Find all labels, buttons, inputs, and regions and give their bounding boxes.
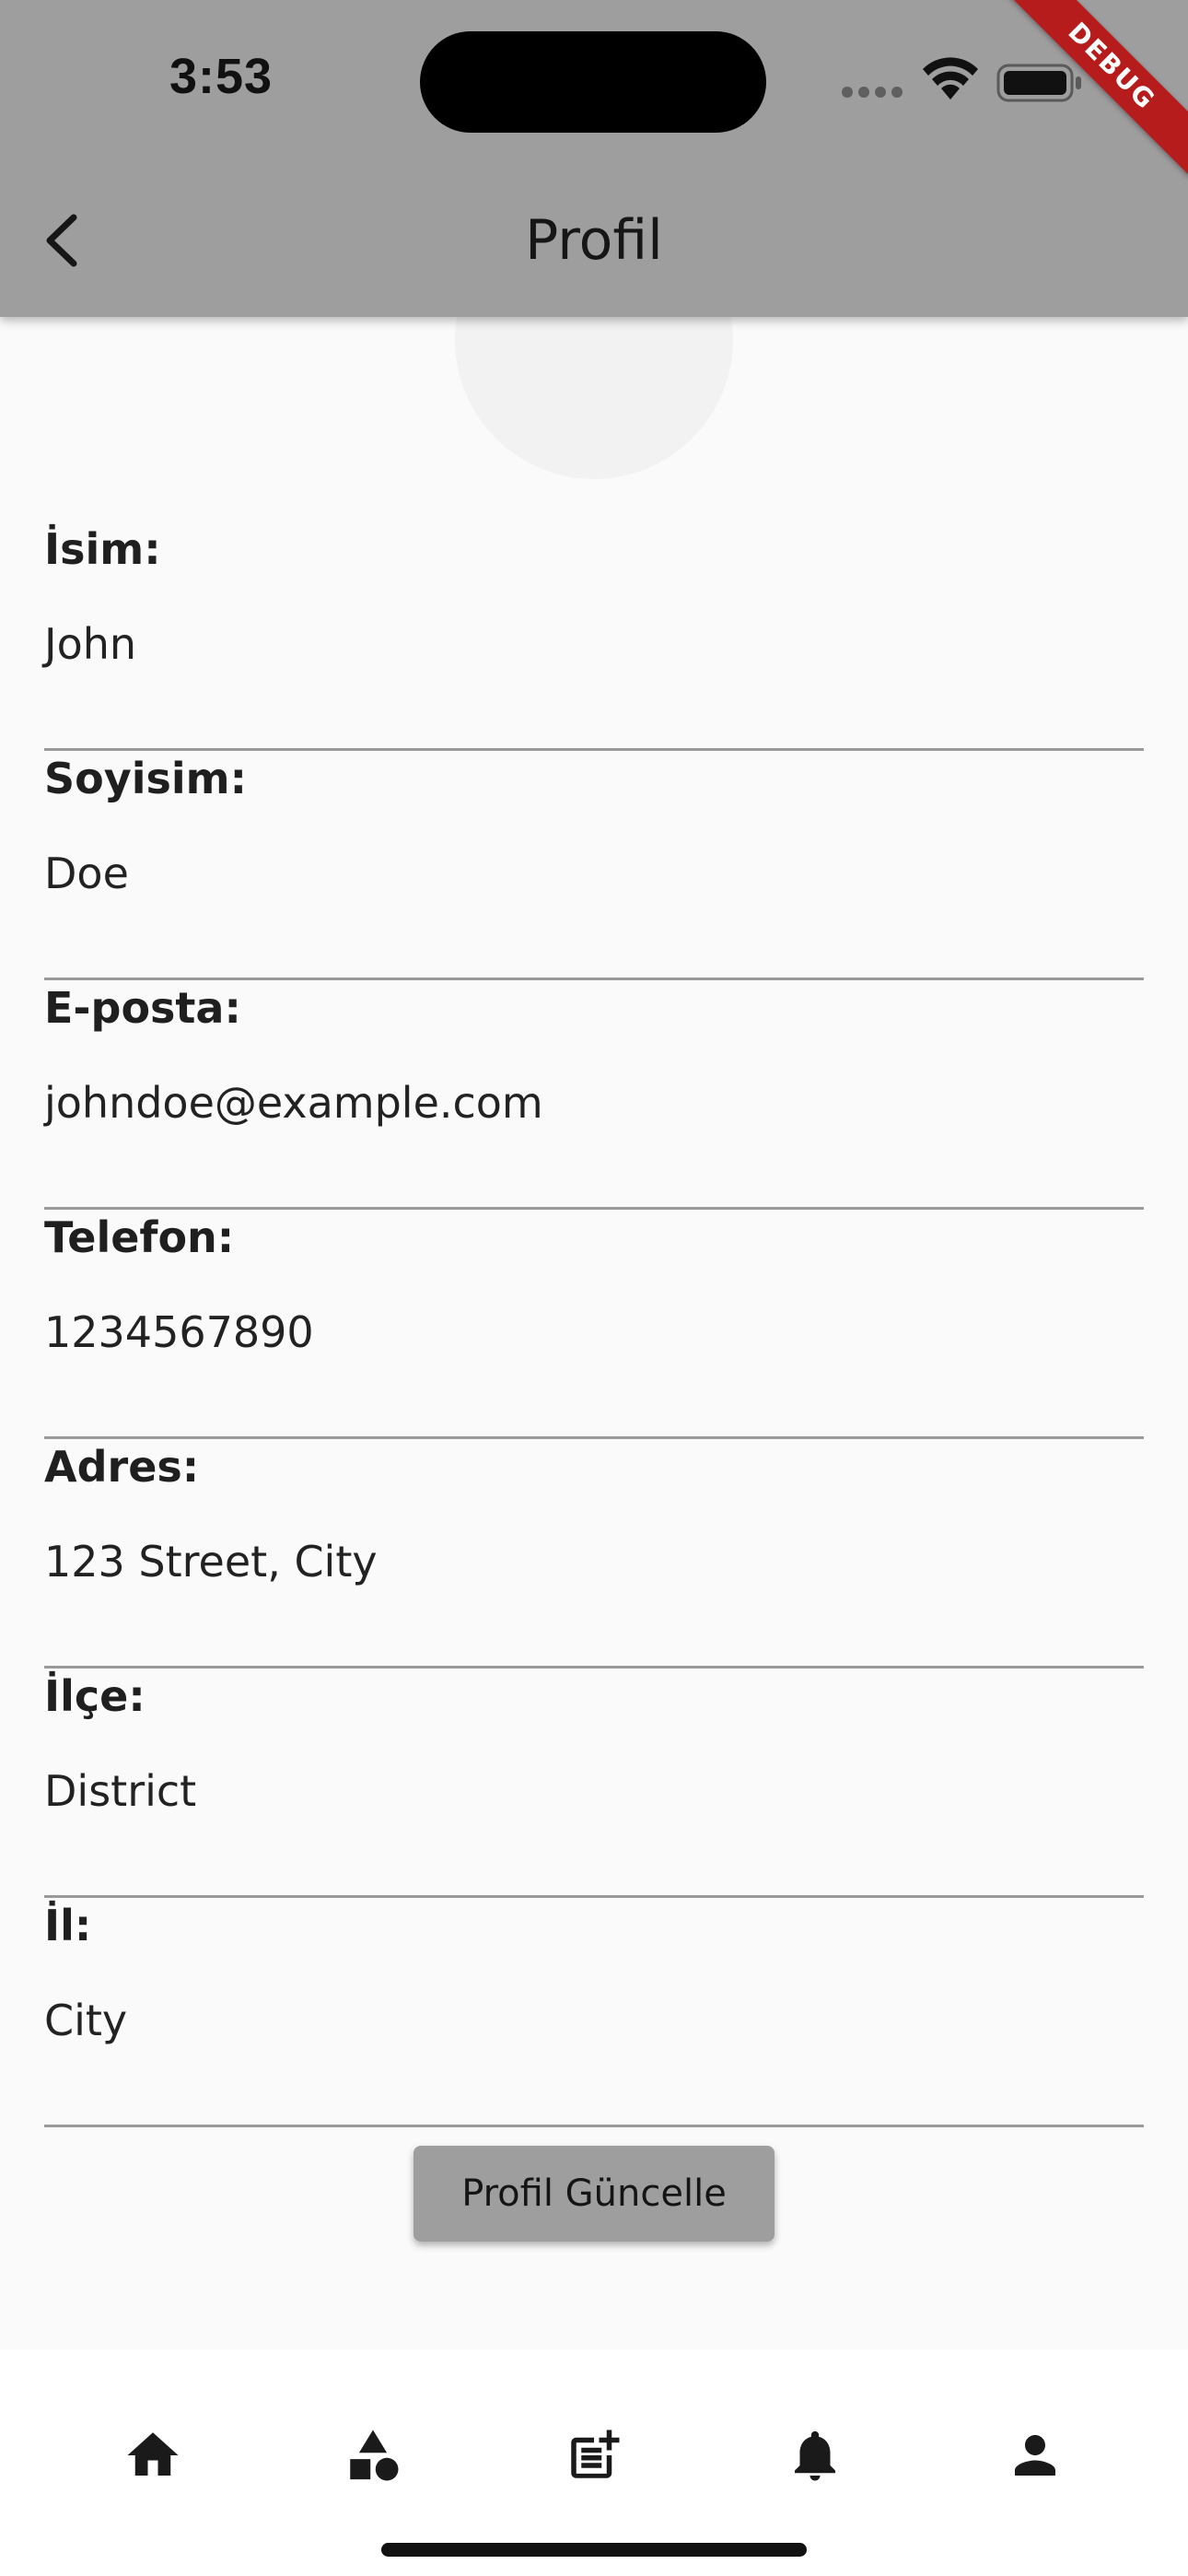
field-name: İsim: John	[44, 521, 1144, 751]
field-value: District	[44, 1766, 197, 1816]
field-value: 1234567890	[44, 1307, 314, 1357]
field-address: Adres: 123 Street, City	[44, 1439, 1144, 1669]
field-value: City	[44, 1996, 128, 2045]
battery-icon	[996, 64, 1081, 102]
nav-item-home[interactable]	[98, 2400, 208, 2511]
field-phone: Telefon: 1234567890	[44, 1210, 1144, 1439]
field-value: John	[44, 619, 137, 669]
page-title: Profil	[525, 208, 663, 273]
wifi-icon	[923, 57, 978, 100]
dynamic-island	[420, 31, 766, 133]
home-icon	[127, 2432, 179, 2476]
field-surname: Soyisim: Doe	[44, 751, 1144, 980]
nav-item-notifications[interactable]	[760, 2400, 870, 2511]
field-label: E-posta:	[44, 983, 241, 1033]
field-label: İl:	[44, 1901, 92, 1950]
divider	[44, 2125, 1144, 2127]
bottom-nav	[0, 2349, 1188, 2576]
field-value: 123 Street, City	[44, 1537, 378, 1587]
field-label: Adres:	[44, 1442, 200, 1492]
cellular-signal-icon	[842, 87, 904, 98]
status-time: 3:53	[169, 49, 274, 104]
home-indicator	[381, 2543, 807, 2557]
field-value: Doe	[44, 849, 129, 898]
category-icon	[350, 2430, 399, 2481]
app-bar: 3:53 DEBUG Profil	[0, 0, 1188, 317]
post-add-icon	[571, 2430, 620, 2478]
nav-item-post-add[interactable]	[539, 2400, 649, 2511]
field-email: E-posta: johndoe@example.com	[44, 980, 1144, 1210]
nav-item-profile[interactable]	[980, 2400, 1090, 2511]
field-label: İlçe:	[44, 1671, 146, 1721]
field-district: İlçe: District	[44, 1669, 1144, 1898]
field-value: johndoe@example.com	[44, 1078, 543, 1128]
field-city: İl: City	[44, 1898, 1144, 2127]
person-icon	[1015, 2435, 1055, 2476]
field-label: Telefon:	[44, 1212, 235, 1262]
notifications-icon	[795, 2430, 835, 2481]
update-profile-button-label: Profil Güncelle	[461, 2172, 727, 2215]
field-label: Soyisim:	[44, 754, 247, 803]
update-profile-button[interactable]: Profil Güncelle	[413, 2146, 775, 2242]
field-label: İsim:	[44, 524, 161, 574]
nav-item-categories[interactable]	[318, 2400, 428, 2511]
